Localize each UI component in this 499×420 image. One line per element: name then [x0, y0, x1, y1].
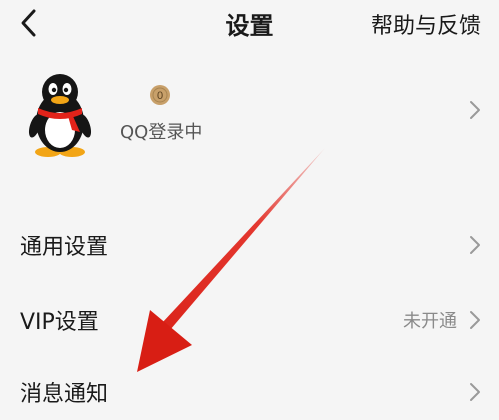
- help-feedback-link[interactable]: 帮助与反馈: [371, 8, 481, 40]
- account-row[interactable]: 0 QQ登录中: [0, 60, 499, 160]
- vip-status-value: 未开通: [403, 311, 457, 332]
- menu-item-label: 通用设置: [20, 235, 109, 260]
- penguin-avatar-icon: [28, 74, 92, 157]
- chevron-right-icon: [470, 383, 480, 401]
- menu-item-label: 消息通知: [20, 382, 109, 407]
- menu-item-general-settings[interactable]: 通用设置: [0, 217, 499, 273]
- chevron-right-icon: [470, 101, 480, 119]
- login-status: QQ登录中: [120, 122, 203, 143]
- coin-count: 0: [157, 90, 163, 102]
- menu-item-label: VIP设置: [20, 310, 99, 335]
- coin-badge: 0: [149, 84, 171, 106]
- coin-icon: 0: [150, 85, 170, 105]
- chevron-right-icon: [470, 236, 480, 254]
- header-bar: 设置 帮助与反馈: [0, 0, 499, 48]
- menu-item-vip-settings[interactable]: VIP设置 未开通: [0, 292, 499, 348]
- menu-item-message-notifications[interactable]: 消息通知: [0, 364, 499, 420]
- chevron-right-icon: [470, 311, 480, 329]
